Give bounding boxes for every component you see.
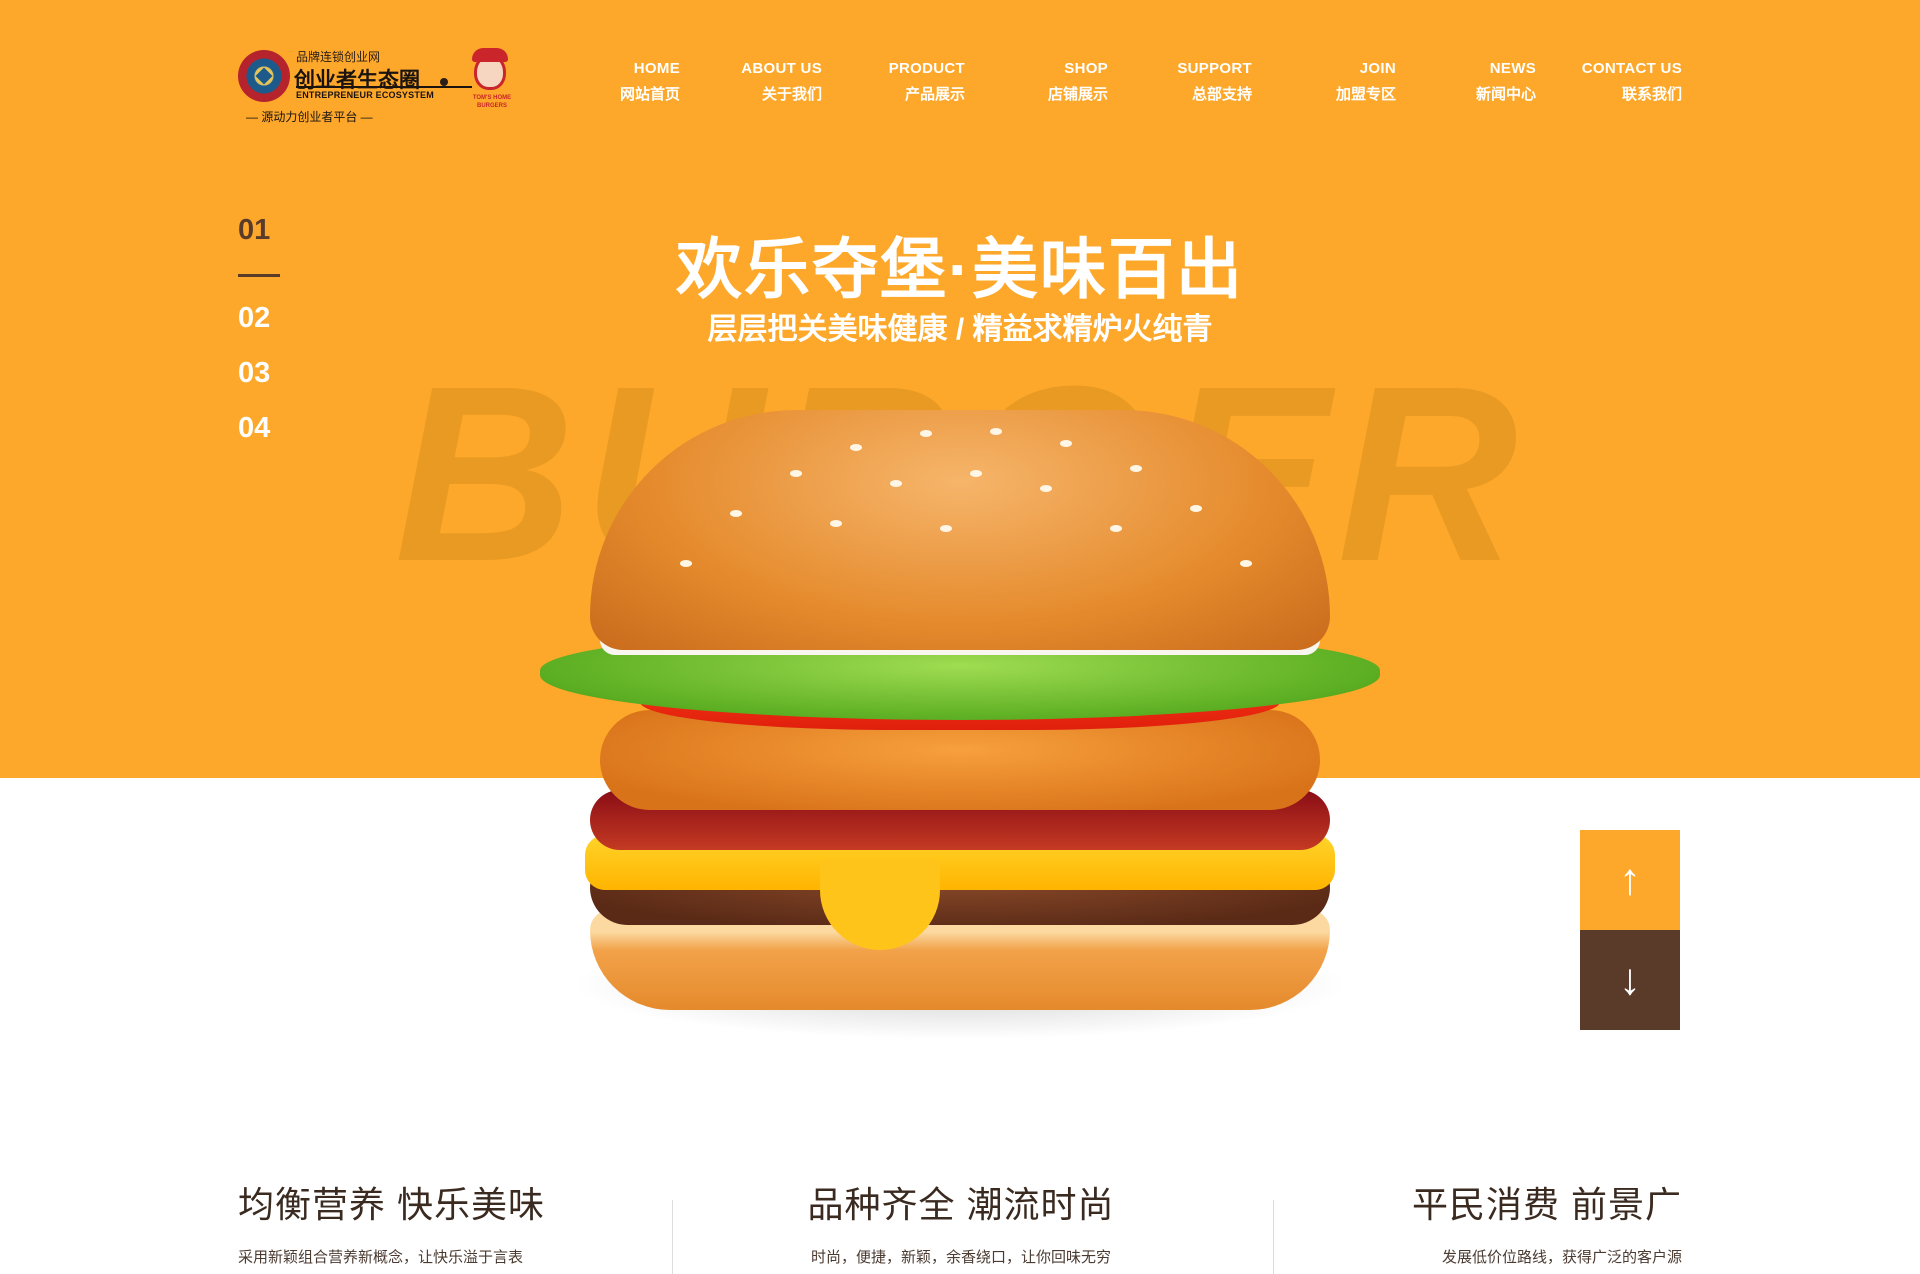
burger-image — [530, 410, 1390, 1040]
seal-icon — [238, 50, 290, 102]
sesame-seed — [1240, 560, 1252, 567]
sesame-seed — [830, 520, 842, 527]
nav-item-cn: 店铺展示 — [1047, 86, 1108, 103]
nav-item-en: SHOP — [1064, 60, 1108, 77]
nav-item-en: PRODUCT — [888, 60, 965, 77]
bun-top — [590, 410, 1330, 650]
sesame-seed — [1040, 485, 1052, 492]
logo-site-small: 品牌连锁创业网 — [296, 50, 381, 64]
nav-item-en: SUPPORT — [1177, 60, 1252, 77]
nav-item-news[interactable]: NEWS 新闻中心 — [1440, 60, 1536, 104]
nav-item-cn: 总部支持 — [1191, 86, 1252, 103]
site-logo[interactable]: 品牌连锁创业网 创业者生态圈 ENTREPRENEUR ECOSYSTEM — … — [238, 48, 520, 128]
feature-desc: 发展低价位路线，获得广泛的客户源 — [1441, 1249, 1682, 1266]
sesame-seed — [1060, 440, 1072, 447]
sesame-seed — [790, 470, 802, 477]
sesame-seed — [1190, 505, 1202, 512]
feature-divider — [1273, 1200, 1274, 1274]
sesame-seed — [940, 525, 952, 532]
nav-item-cn: 网站首页 — [619, 86, 680, 103]
bun-bottom — [590, 910, 1330, 1010]
feature-title: 平民消费 前景广 — [1411, 1184, 1682, 1225]
nav-item-join[interactable]: JOIN 加盟专区 — [1300, 60, 1396, 104]
nav-item-shop[interactable]: SHOP 店铺展示 — [1020, 60, 1108, 104]
logo-slogan: — 源动力创业者平台 — — [246, 110, 373, 124]
nav-item-en: JOIN — [1359, 60, 1396, 77]
mascot-hat-icon — [472, 48, 508, 62]
sesame-seed — [920, 430, 932, 437]
sesame-seed — [1130, 465, 1142, 472]
sesame-seed — [890, 480, 902, 487]
feature-item: 平民消费 前景广 发展低价位路线，获得广泛的客户源 — [1352, 1176, 1682, 1267]
main-nav: HOME 网站首页 ABOUT US 关于我们 PRODUCT 产品展示 SHO… — [600, 60, 1682, 108]
feature-desc: 时尚，便捷，新颖，余香绕口，让你回味无穷 — [810, 1249, 1111, 1266]
nav-item-home[interactable]: HOME 网站首页 — [600, 60, 680, 104]
nav-item-cn: 加盟专区 — [1335, 86, 1396, 103]
sesame-seed — [850, 444, 862, 451]
hero-subtitle: 层层把关美味健康 / 精益求精炉火纯青 — [707, 313, 1213, 346]
nav-item-contact[interactable]: CONTACT US 联系我们 — [1578, 60, 1682, 104]
nav-item-en: CONTACT US — [1581, 60, 1682, 77]
nav-item-about[interactable]: ABOUT US 关于我们 — [730, 60, 822, 104]
logo-divider — [296, 86, 472, 88]
next-slide-button[interactable]: ↓ — [1580, 930, 1680, 1030]
logo-site-en: ENTREPRENEUR ECOSYSTEM — [296, 90, 434, 100]
nav-item-cn: 联系我们 — [1621, 86, 1682, 103]
feature-title: 均衡营养 快乐美味 — [238, 1184, 546, 1225]
hero-title: 欢乐夺堡·美味百出 — [676, 232, 1244, 306]
nav-item-cn: 关于我们 — [761, 86, 822, 103]
nav-item-en: ABOUT US — [741, 60, 822, 77]
nav-item-product[interactable]: PRODUCT 产品展示 — [870, 60, 965, 104]
sesame-seed — [970, 470, 982, 477]
sesame-seed — [990, 428, 1002, 435]
nav-item-cn: 产品展示 — [904, 86, 965, 103]
sesame-seed — [1110, 525, 1122, 532]
sesame-seed — [680, 560, 692, 567]
logo-separator-dot — [440, 78, 448, 86]
nav-item-support[interactable]: SUPPORT 总部支持 — [1150, 60, 1252, 104]
feature-item: 均衡营养 快乐美味 采用新颖组合营养新概念，让快乐溢于言表 — [238, 1176, 568, 1267]
feature-item: 品种齐全 潮流时尚 时尚，便捷，新颖，余香绕口，让你回味无穷 — [796, 1176, 1126, 1267]
nav-item-cn: 新闻中心 — [1475, 86, 1536, 103]
prev-slide-button[interactable]: ↑ — [1580, 830, 1680, 930]
nav-item-en: NEWS — [1489, 60, 1536, 77]
feature-divider — [672, 1200, 673, 1274]
brand-mascot-logo: TOM'S HOME BURGERS — [464, 48, 520, 120]
feature-desc: 采用新颖组合营养新概念，让快乐溢于言表 — [238, 1249, 524, 1266]
feature-title: 品种齐全 潮流时尚 — [807, 1184, 1115, 1225]
nav-item-en: HOME — [633, 60, 680, 77]
brand-name: TOM'S HOME BURGERS — [472, 95, 512, 109]
sesame-seed — [730, 510, 742, 517]
